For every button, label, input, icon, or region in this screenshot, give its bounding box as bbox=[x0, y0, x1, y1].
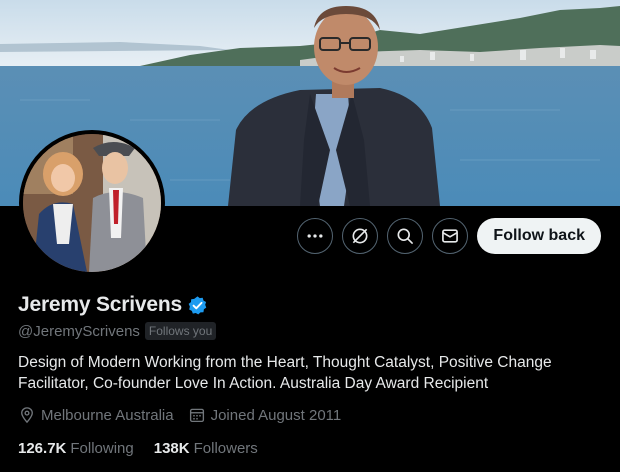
profile-name-row: Jeremy Scrivens bbox=[18, 293, 208, 317]
more-button[interactable] bbox=[297, 218, 334, 254]
grok-icon bbox=[352, 228, 368, 244]
followers-count: 138K bbox=[153, 440, 190, 457]
profile-actions: Follow back bbox=[297, 218, 601, 254]
location-text: Melbourne Australia bbox=[41, 406, 174, 424]
followers-link[interactable]: 138K Followers bbox=[154, 440, 258, 457]
profile-stats: 126.7K Following 138K Followers bbox=[18, 440, 258, 457]
display-name: Jeremy Scrivens bbox=[18, 293, 182, 316]
joined-text: Joined August 2011 bbox=[210, 406, 342, 424]
following-link[interactable]: 126.7K Following bbox=[18, 440, 134, 457]
more-icon bbox=[307, 234, 323, 238]
profile-meta: Melbourne Australia Joined August 2011 bbox=[18, 406, 341, 424]
followers-label: Followers bbox=[193, 440, 258, 457]
calendar-icon bbox=[189, 408, 204, 423]
grok-button[interactable] bbox=[342, 218, 379, 254]
follows-you-badge: Follows you bbox=[144, 322, 217, 340]
avatar-image bbox=[23, 134, 161, 272]
profile-bio: Design of Modern Working from the Heart,… bbox=[18, 354, 552, 392]
location-item: Melbourne Australia bbox=[18, 406, 174, 424]
search-button[interactable] bbox=[387, 218, 424, 254]
user-handle: @JeremyScrivens bbox=[18, 322, 140, 340]
verified-badge-icon[interactable] bbox=[187, 295, 208, 316]
follow-back-button[interactable]: Follow back bbox=[477, 218, 601, 254]
search-icon bbox=[397, 228, 414, 244]
profile-avatar[interactable] bbox=[19, 130, 165, 276]
message-button[interactable] bbox=[432, 218, 469, 254]
handle-row: @JeremyScrivens Follows you bbox=[18, 322, 217, 340]
joined-item: Joined August 2011 bbox=[188, 406, 342, 424]
message-icon bbox=[442, 229, 459, 243]
following-count: 126.7K bbox=[18, 440, 67, 457]
following-label: Following bbox=[70, 440, 134, 457]
location-pin-icon bbox=[21, 407, 33, 424]
